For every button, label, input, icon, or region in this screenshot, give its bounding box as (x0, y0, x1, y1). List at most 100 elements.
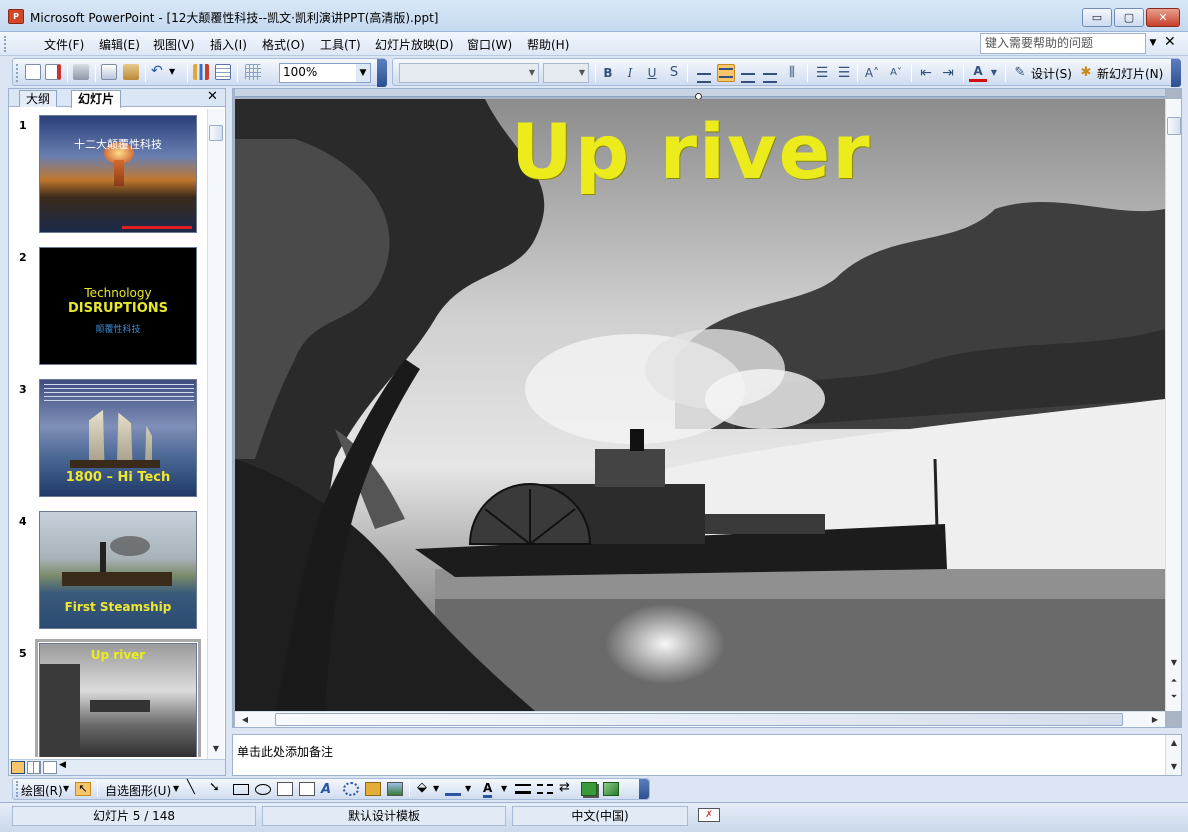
decrease-font-icon[interactable]: A˅ (887, 64, 905, 82)
line-icon[interactable]: ╲ (187, 780, 195, 795)
increase-font-icon[interactable]: A˄ (863, 64, 881, 82)
shadow-button[interactable]: S (665, 64, 683, 82)
draw-menu-button[interactable]: 绘图(R) (21, 782, 63, 799)
chevron-down-icon[interactable]: ▼ (576, 64, 588, 82)
paste-icon[interactable] (123, 64, 139, 80)
menu-window[interactable]: 窗口(W) (467, 36, 512, 53)
chevron-down-icon[interactable]: ▼ (989, 64, 999, 82)
maximize-button[interactable]: ▢ (1114, 8, 1144, 27)
chevron-down-icon[interactable]: ▼ (1146, 33, 1160, 54)
scroll-up-icon[interactable]: ▲ (1166, 735, 1182, 751)
numbering-icon[interactable]: ☰ (813, 64, 831, 82)
toolbar-options-button[interactable] (1171, 59, 1181, 87)
menu-file[interactable]: 文件(F) (44, 36, 84, 53)
line-style-icon[interactable] (515, 784, 531, 794)
undo-dropdown-icon[interactable]: ▼ (169, 64, 185, 80)
scrollbar-thumb[interactable] (209, 125, 223, 141)
powerpoint-icon[interactable]: P (8, 9, 24, 24)
slide-thumbnail-2[interactable]: Technology DISRUPTIONS 颠覆性科技 (39, 247, 197, 365)
spelling-check-icon[interactable]: ✗ (698, 808, 720, 822)
bullets-icon[interactable]: ☰ (835, 64, 853, 82)
print-icon[interactable] (73, 64, 89, 80)
scroll-left-icon[interactable]: ◀ (237, 712, 253, 728)
align-right-button[interactable] (739, 64, 757, 83)
slide-thumbnail-4[interactable]: First Steamship (39, 511, 197, 629)
notes-placeholder[interactable]: 单击此处添加备注 (237, 743, 333, 760)
new-slide-button[interactable]: 新幻灯片(N) (1097, 65, 1163, 82)
chevron-down-icon[interactable]: ▼ (526, 64, 538, 82)
chevron-down-icon[interactable]: ▼ (63, 784, 69, 793)
scrollbar-thumb[interactable] (275, 713, 1123, 726)
arrow-icon[interactable]: ➘ (209, 780, 220, 795)
font-name-select[interactable]: ▼ (399, 63, 539, 83)
decrease-indent-icon[interactable]: ⇤ (917, 64, 935, 82)
notes-scrollbar[interactable]: ▲ ▼ (1165, 735, 1181, 775)
menu-view[interactable]: 视图(V) (153, 36, 195, 53)
chevron-down-icon[interactable]: ▼ (433, 784, 439, 793)
italic-button[interactable]: I (621, 64, 639, 82)
slide-sorter-icon[interactable] (27, 761, 41, 774)
design-button[interactable]: 设计(S) (1031, 65, 1072, 82)
slideshow-icon[interactable] (43, 761, 57, 774)
slide-thumbnail-5[interactable]: Up river (35, 639, 201, 757)
undo-icon[interactable]: ↶ (151, 64, 167, 80)
arrow-style-icon[interactable]: ⇄ (559, 780, 570, 795)
slide-thumbnail-3[interactable]: 1800 – Hi Tech (39, 379, 197, 497)
close-button[interactable]: ✕ (1146, 8, 1180, 27)
dash-style-icon[interactable] (537, 784, 553, 794)
vertical-textbox-icon[interactable] (299, 782, 315, 796)
new-slide-icon[interactable]: ✱ (1077, 64, 1095, 82)
menu-slideshow[interactable]: 幻灯片放映(D) (375, 36, 454, 53)
toolbar-options-button[interactable] (377, 59, 387, 87)
toolbar-grip-icon[interactable] (16, 64, 20, 82)
text-direction-icon[interactable]: ⫼ (783, 64, 801, 82)
zoom-select[interactable]: 100% ▼ (279, 63, 371, 83)
justify-button[interactable] (761, 64, 779, 83)
help-search-input[interactable]: 键入需要帮助的问题 (980, 33, 1146, 54)
3d-style-icon[interactable] (603, 782, 619, 796)
align-center-button[interactable] (717, 64, 735, 82)
insert-chart-icon[interactable] (193, 64, 209, 80)
chevron-down-icon[interactable]: ▼ (465, 784, 471, 793)
new-document-icon[interactable] (25, 64, 41, 80)
align-left-button[interactable] (695, 64, 713, 83)
underline-button[interactable]: U (643, 64, 661, 82)
slide-vertical-scrollbar[interactable]: ▼ ⏶ ⏷ (1165, 99, 1181, 711)
bold-button[interactable]: B (599, 64, 617, 82)
shadow-style-icon[interactable] (581, 782, 597, 796)
grid-icon[interactable] (245, 64, 261, 80)
permission-icon[interactable] (45, 64, 61, 80)
minimize-button[interactable]: ▭ (1082, 8, 1112, 27)
scrollbar-thumb[interactable] (1167, 117, 1181, 135)
toolbar-grip-icon[interactable] (16, 781, 20, 797)
toolbar-grip-icon[interactable] (4, 36, 8, 52)
autoshapes-button[interactable]: 自选图形(U) (105, 782, 171, 799)
slide-title[interactable]: Up river (511, 107, 872, 196)
menu-edit[interactable]: 编辑(E) (99, 36, 140, 53)
chevron-down-icon[interactable]: ▼ (173, 784, 179, 793)
font-color-icon[interactable]: A (969, 64, 987, 82)
toolbar-options-button[interactable] (639, 779, 649, 799)
design-template-status[interactable]: 默认设计模板 (262, 806, 506, 826)
scroll-down-icon[interactable]: ▼ (208, 741, 224, 757)
textbox-icon[interactable] (277, 782, 293, 796)
fill-color-icon[interactable]: ⬙ (417, 780, 427, 795)
slide-thumbnail-1[interactable]: 十二大颠覆性科技 (39, 115, 197, 233)
pane-close-button[interactable]: ✕ (207, 89, 218, 104)
notes-pane[interactable]: 单击此处添加备注 ▲ ▼ (232, 734, 1182, 776)
normal-view-icon[interactable] (11, 761, 25, 774)
scroll-down-icon[interactable]: ▼ (1166, 759, 1182, 775)
slide-horizontal-scrollbar[interactable]: ◀ ▶ (235, 711, 1165, 727)
wordart-icon[interactable]: A (321, 782, 337, 797)
previous-slide-icon[interactable]: ⏶ (1166, 673, 1182, 689)
scroll-right-icon[interactable]: ▶ (1147, 712, 1163, 728)
menu-insert[interactable]: 插入(I) (210, 36, 247, 53)
oval-icon[interactable] (255, 784, 271, 795)
line-color-icon[interactable] (445, 782, 461, 796)
scroll-down-icon[interactable]: ▼ (1166, 655, 1182, 671)
next-slide-icon[interactable]: ⏷ (1166, 689, 1182, 705)
design-icon[interactable]: ✎ (1011, 64, 1029, 82)
increase-indent-icon[interactable]: ⇥ (939, 64, 957, 82)
select-pointer-icon[interactable]: ↖ (75, 782, 91, 796)
menu-tools[interactable]: 工具(T) (320, 36, 361, 53)
